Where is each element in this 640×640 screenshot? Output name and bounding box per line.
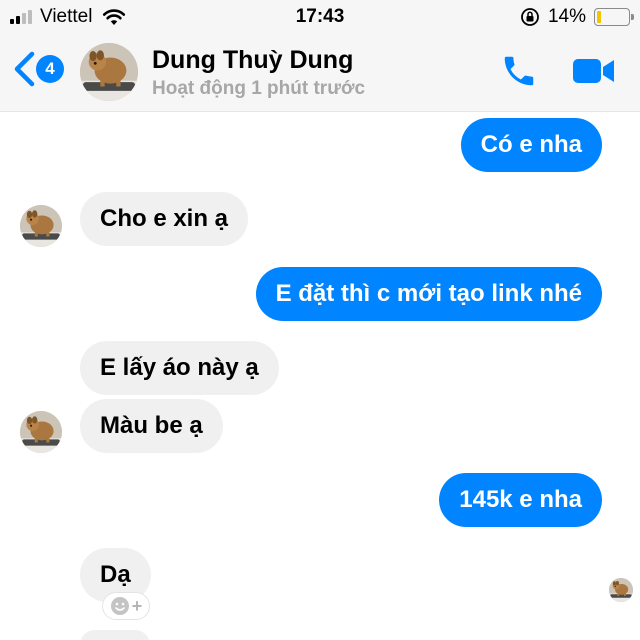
video-camera-icon	[573, 59, 614, 83]
back-button[interactable]: 4	[12, 50, 64, 88]
read-receipt-avatar	[609, 578, 633, 602]
status-bar: Viettel 17:43 14%	[0, 0, 640, 34]
add-reaction-button[interactable]: +	[102, 592, 150, 620]
orientation-lock-icon	[521, 8, 539, 26]
contact-name[interactable]: Dung Thuỳ Dung	[152, 46, 353, 75]
message-bubble-incoming-partial[interactable]	[80, 630, 150, 640]
video-call-button[interactable]	[572, 56, 616, 91]
message-bubble-outgoing[interactable]: 145k e nha	[439, 473, 602, 527]
sender-avatar	[20, 411, 62, 453]
phone-icon	[504, 56, 534, 86]
message-bubble-outgoing[interactable]: Có e nha	[460, 118, 602, 172]
voice-call-button[interactable]	[500, 52, 538, 95]
message-bubble-incoming[interactable]: Màu be ạ	[80, 399, 223, 453]
battery-icon	[594, 8, 634, 26]
message-bubble-incoming[interactable]: Cho e xin ạ	[80, 192, 249, 246]
smiley-icon	[110, 597, 129, 615]
battery-level	[597, 11, 602, 23]
activity-status: Hoạt động 1 phút trước	[152, 78, 366, 99]
plus-icon: +	[131, 596, 143, 616]
contact-avatar[interactable]	[80, 43, 138, 101]
battery-percent: 14%	[547, 6, 586, 27]
message-bubble-incoming[interactable]: E lấy áo này ạ	[80, 341, 279, 395]
conversation-header: 4 Dung Thuỳ Dung Hoạt động 1 phút trước	[0, 34, 640, 112]
message-bubble-outgoing[interactable]: E đặt thì c mới tạo link nhé	[255, 267, 602, 321]
unread-count-badge: 4	[36, 55, 64, 83]
status-right: 14%	[520, 6, 634, 28]
back-chevron-icon	[14, 51, 35, 87]
sender-avatar	[20, 205, 62, 247]
